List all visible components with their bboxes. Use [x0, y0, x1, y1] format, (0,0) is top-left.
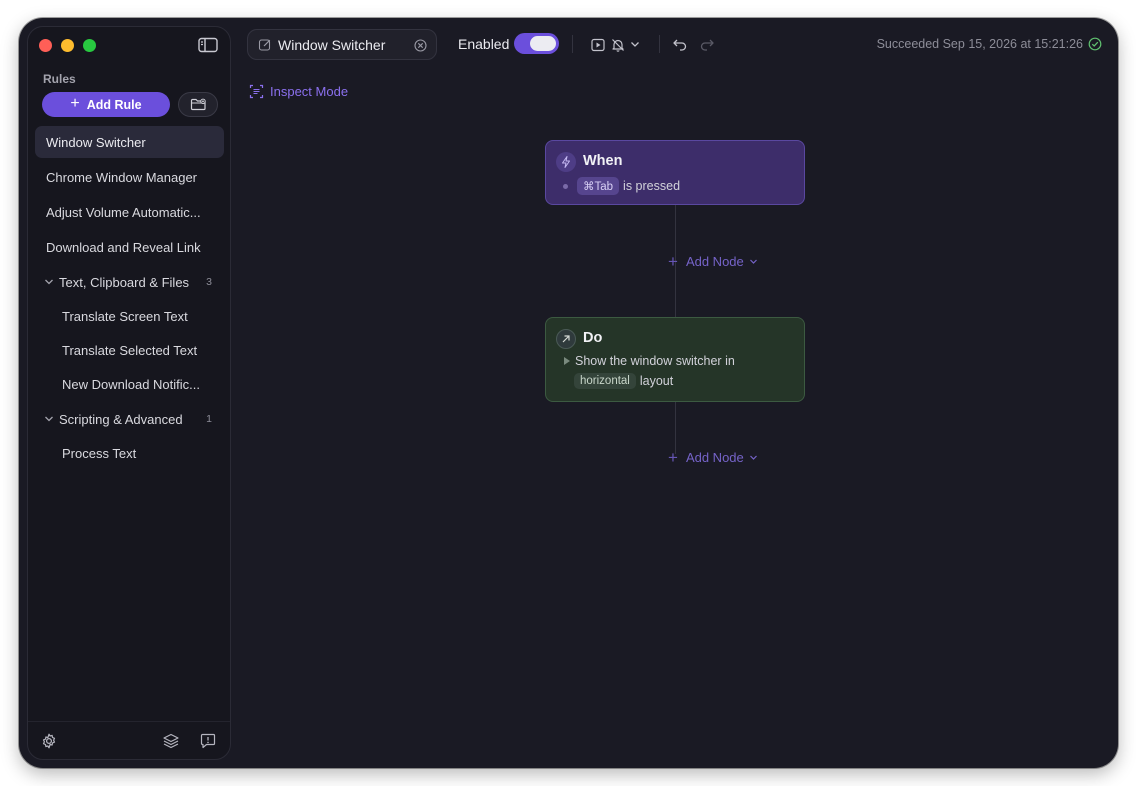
clear-icon[interactable]: [414, 39, 427, 52]
sidebar-item-new-download-notification[interactable]: New Download Notific...: [35, 368, 224, 400]
add-node-button[interactable]: + Add Node: [668, 253, 758, 270]
sidebar-item-download-reveal-link[interactable]: Download and Reveal Link: [35, 231, 224, 263]
group-scripting-advanced[interactable]: Scripting & Advanced 1: [35, 403, 224, 435]
do-node-title: Do: [583, 330, 603, 346]
sidebar-item-adjust-volume[interactable]: Adjust Volume Automatic...: [35, 196, 224, 228]
rule-title-field[interactable]: Window Switcher: [247, 29, 437, 60]
zoom-window-button[interactable]: [83, 39, 96, 52]
notification-off-icon[interactable]: [610, 37, 626, 53]
when-node[interactable]: When ⌘Tab is pressed: [545, 140, 805, 205]
inspect-mode-label: Inspect Mode: [270, 84, 349, 99]
sidebar-item-translate-screen-text[interactable]: Translate Screen Text: [35, 300, 224, 332]
shortcut-chip[interactable]: ⌘Tab: [577, 177, 620, 195]
inspect-mode-button[interactable]: Inspect Mode: [249, 84, 348, 99]
redo-icon[interactable]: [699, 36, 715, 52]
sidebar-footer-divider: [28, 721, 230, 722]
edit-icon: [258, 39, 271, 51]
do-node-action: Show the window switcher in: [564, 354, 735, 368]
run-status: Succeeded Sep 15, 2026 at 15:21:26: [876, 37, 1083, 51]
layout-chip[interactable]: horizontal: [574, 373, 636, 389]
chevron-down-icon: [45, 279, 53, 285]
do-node[interactable]: Do Show the window switcher in horizonta…: [545, 317, 805, 402]
sidebar-toggle-icon[interactable]: [198, 37, 218, 53]
do-node-action-cont: horizontal layout: [574, 373, 673, 389]
toolbar-divider: [659, 35, 660, 53]
sidebar: Rules + Add Rule Window Switcher Chrome …: [27, 26, 231, 760]
toolbar-divider: [572, 35, 573, 53]
app-window: Rules + Add Rule Window Switcher Chrome …: [19, 18, 1118, 768]
add-node-button[interactable]: + Add Node: [668, 449, 758, 466]
group-text-clipboard-files[interactable]: Text, Clipboard & Files 3: [35, 266, 224, 298]
rule-title: Window Switcher: [278, 37, 386, 53]
add-node-label: Add Node: [685, 450, 744, 465]
lightning-icon: [556, 152, 576, 172]
group-count: 1: [206, 413, 212, 425]
when-node-text: is pressed: [623, 179, 681, 193]
do-node-line2: layout: [639, 374, 674, 388]
enabled-label: Enabled: [458, 36, 510, 52]
disclosure-triangle-icon[interactable]: [564, 357, 570, 365]
sidebar-item-translate-selected-text[interactable]: Translate Selected Text: [35, 334, 224, 366]
when-node-title: When: [583, 153, 623, 169]
inspect-icon: [249, 84, 264, 99]
layers-icon[interactable]: [162, 732, 180, 750]
sidebar-item-process-text[interactable]: Process Text: [35, 437, 224, 469]
feedback-icon[interactable]: [199, 732, 217, 750]
chevron-down-icon: [45, 416, 53, 422]
plus-icon: +: [668, 252, 678, 271]
group-count: 3: [206, 276, 212, 288]
group-label: Scripting & Advanced: [59, 411, 183, 427]
undo-icon[interactable]: [672, 36, 688, 52]
close-window-button[interactable]: [39, 39, 52, 52]
sidebar-item-window-switcher[interactable]: Window Switcher: [35, 126, 224, 158]
new-folder-button[interactable]: [178, 92, 218, 117]
chevron-down-icon: [749, 455, 757, 460]
run-icon[interactable]: [590, 37, 606, 53]
chevron-down-icon[interactable]: [629, 38, 641, 50]
chevron-down-icon: [749, 259, 757, 264]
add-node-label: Add Node: [685, 254, 744, 269]
sidebar-item-chrome-window-manager[interactable]: Chrome Window Manager: [35, 161, 224, 193]
add-rule-button[interactable]: + Add Rule: [42, 92, 170, 117]
do-node-line1: Show the window switcher in: [575, 354, 735, 368]
plus-icon: +: [70, 95, 80, 112]
when-node-condition: ⌘Tab is pressed: [563, 177, 680, 195]
plus-icon: +: [668, 448, 678, 467]
gear-icon[interactable]: [40, 732, 58, 750]
bullet: [563, 183, 568, 189]
arrow-up-right-icon: [556, 329, 576, 349]
rules-heading: Rules: [43, 72, 76, 86]
group-label: Text, Clipboard & Files: [59, 274, 190, 290]
checkmark-circle-icon: [1088, 37, 1102, 51]
minimize-window-button[interactable]: [61, 39, 74, 52]
add-rule-label: Add Rule: [86, 97, 142, 112]
folder-icon: [190, 98, 206, 111]
toggle-knob: [530, 36, 556, 51]
enabled-toggle[interactable]: [514, 33, 559, 54]
connector-line: [675, 402, 676, 454]
